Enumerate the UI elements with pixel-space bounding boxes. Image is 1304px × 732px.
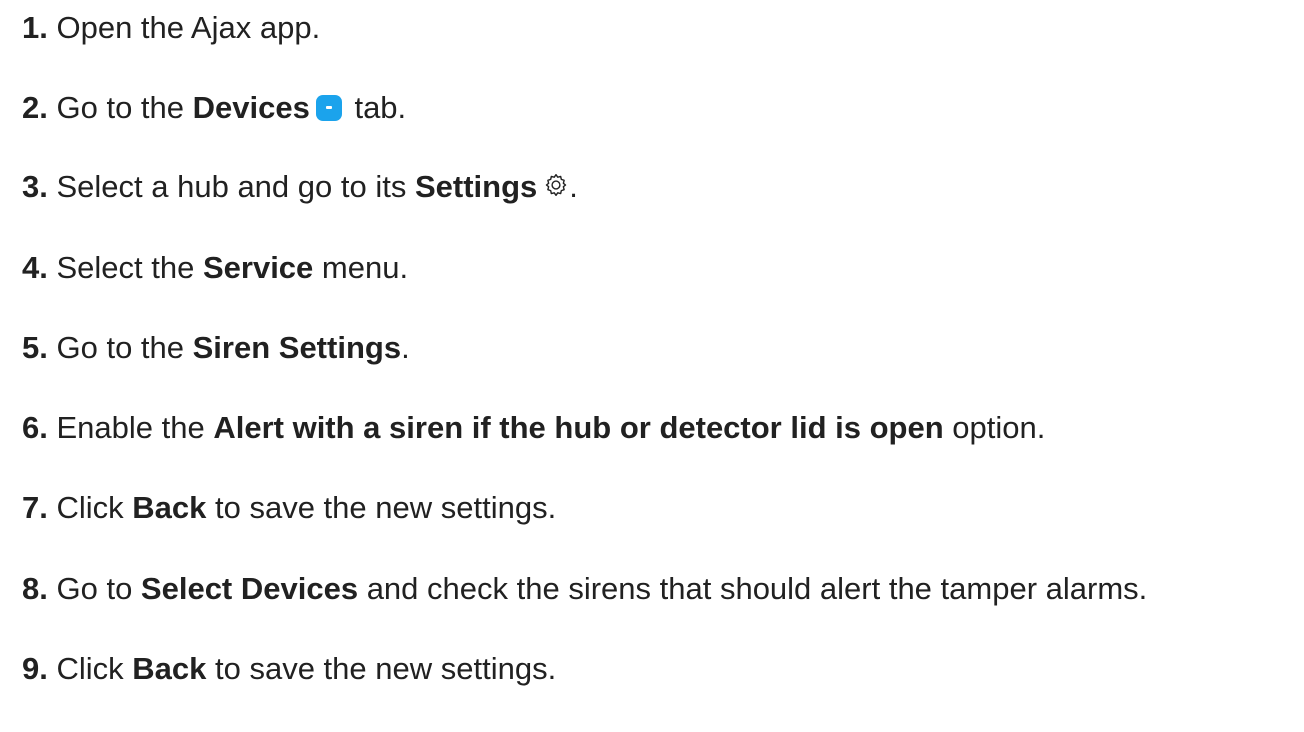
step-number: 8. — [22, 571, 48, 606]
step-text-post: . — [401, 330, 410, 365]
alert-option-label: Alert with a siren if the hub or detecto… — [213, 410, 944, 445]
step-text-post: to save the new settings. — [206, 651, 557, 686]
step-9: 9. Click Back to save the new settings. — [22, 649, 556, 689]
step-number: 6. — [22, 410, 48, 445]
siren-settings-label: Siren Settings — [192, 330, 402, 365]
step-text-pre: Select a hub and go to its — [56, 169, 415, 204]
step-3: 3. Select a hub and go to its Settings . — [22, 167, 578, 207]
step-text-pre: Click — [56, 490, 133, 525]
step-number: 1. — [22, 10, 48, 45]
step-5: 5. Go to the Siren Settings. — [22, 328, 410, 368]
step-text-post: option. — [943, 410, 1046, 445]
step-1: 1. Open the Ajax app. — [22, 8, 320, 48]
devices-label: Devices — [192, 90, 310, 125]
step-number: 9. — [22, 651, 48, 686]
step-4: 4. Select the Service menu. — [22, 248, 408, 288]
step-text-pre: Click — [56, 651, 133, 686]
step-number: 7. — [22, 490, 48, 525]
select-devices-label: Select Devices — [140, 571, 359, 606]
step-number: 4. — [22, 250, 48, 285]
step-text: Open the Ajax app. — [56, 10, 321, 45]
step-text-pre: Select the — [56, 250, 203, 285]
step-text-pre: Go to the — [56, 330, 193, 365]
step-6: 6. Enable the Alert with a siren if the … — [22, 408, 1045, 448]
gear-icon — [546, 174, 567, 196]
service-label: Service — [202, 250, 314, 285]
step-text-pre: Enable the — [56, 410, 214, 445]
step-8: 8. Go to Select Devices and check the si… — [22, 569, 1147, 609]
step-text-pre: Go to — [56, 571, 141, 606]
devices-tab-icon — [315, 95, 342, 121]
settings-label: Settings — [414, 169, 538, 204]
step-text-pre: Go to the — [56, 90, 193, 125]
step-number: 2. — [22, 90, 48, 125]
step-text-post: menu. — [313, 250, 409, 285]
step-number: 5. — [22, 330, 48, 365]
back-label: Back — [132, 651, 207, 686]
step-text-post: . — [569, 169, 578, 204]
step-text-post: to save the new settings. — [206, 490, 557, 525]
step-text-post: and check the sirens that should alert t… — [358, 571, 1148, 606]
step-7: 7. Click Back to save the new settings. — [22, 488, 556, 528]
back-label: Back — [132, 490, 207, 525]
step-text-post: tab. — [345, 90, 407, 125]
step-number: 3. — [22, 169, 48, 204]
step-2: 2. Go to the Devices tab. — [22, 88, 406, 128]
